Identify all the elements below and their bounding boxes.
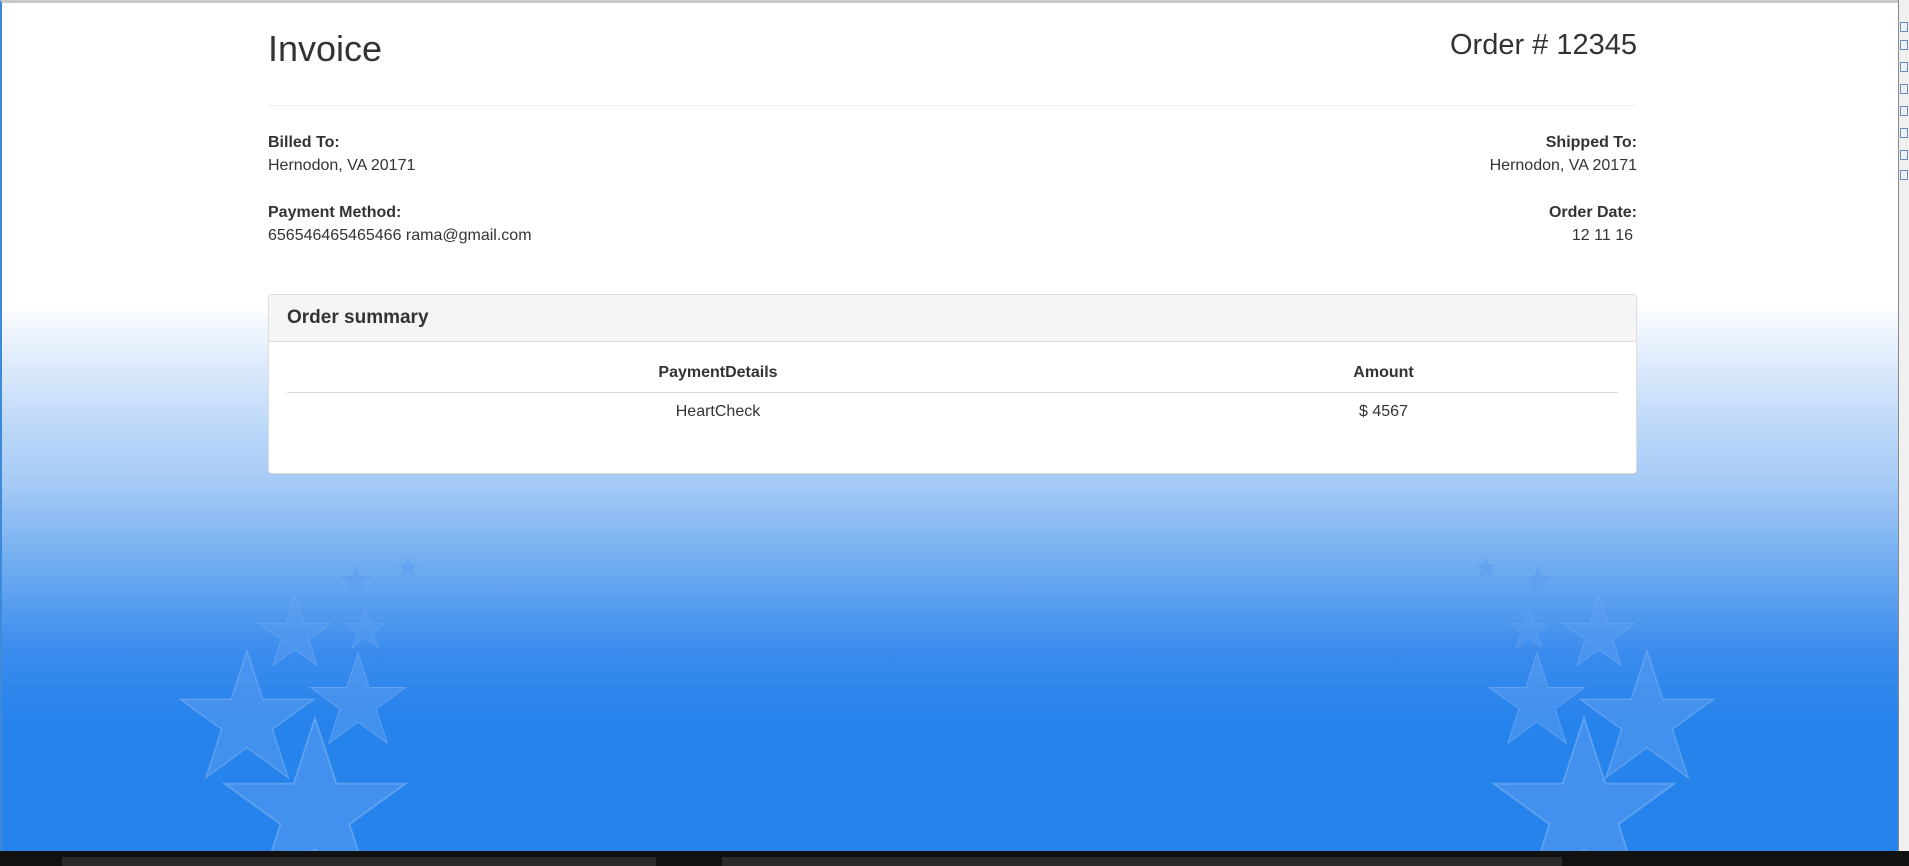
table-header-row: PaymentDetails Amount	[287, 362, 1618, 393]
toolbar-icon[interactable]	[1900, 40, 1908, 50]
toolbar-icon[interactable]	[1900, 106, 1908, 116]
invoice-title: Invoice	[268, 28, 383, 69]
toolbar-icon[interactable]	[1900, 62, 1908, 72]
payment-details-cell: HeartCheck	[675, 403, 761, 420]
column-header-payment-details: PaymentDetails	[287, 362, 1149, 393]
taskbar-segment	[62, 857, 656, 866]
order-date-block: Order Date: 12 11 16	[1549, 201, 1637, 247]
toolbar-icon[interactable]	[1900, 22, 1908, 32]
toolbar-icon[interactable]	[1900, 170, 1908, 180]
order-summary-title: Order summary	[287, 307, 429, 328]
order-summary-panel: Order summary PaymentDetails Amount Hear…	[268, 294, 1637, 474]
toolbar-icon[interactable]	[1900, 128, 1908, 138]
taskbar-strip	[0, 851, 1909, 866]
billed-to-address: Hernodon, VA 20171	[268, 157, 416, 174]
toolbar-icon[interactable]	[1900, 150, 1908, 160]
payment-method-label: Payment Method:	[268, 204, 402, 221]
order-number: Order # 12345	[1449, 29, 1637, 61]
amount-cell: $ 4567	[1359, 403, 1408, 420]
toolbar-icon[interactable]	[1900, 84, 1908, 94]
shipped-to-address: Hernodon, VA 20171	[1489, 157, 1637, 174]
order-date-label: Order Date:	[1548, 204, 1637, 221]
table-row: HeartCheck $ 4567	[287, 393, 1618, 424]
payment-method-value: 656546465465466 rama@gmail.com	[268, 227, 532, 244]
order-summary-heading: Order summary	[269, 295, 1636, 342]
billed-to-label: Billed To:	[268, 134, 340, 151]
browser-viewport: Invoice Order # 12345 Billed To: Hernodo…	[0, 0, 1898, 851]
shipped-to-block: Shipped To: Hernodon, VA 20171	[1490, 131, 1637, 177]
column-header-amount: Amount	[1149, 362, 1618, 393]
billed-to-block: Billed To: Hernodon, VA 20171	[268, 131, 415, 177]
order-summary-table: PaymentDetails Amount HeartCheck $ 4567	[287, 362, 1618, 423]
payment-method-block: Payment Method: 656546465465466 rama@gma…	[268, 201, 532, 247]
order-date-value: 12 11 16	[1571, 227, 1633, 244]
divider	[268, 105, 1637, 106]
taskbar-segment	[722, 857, 1562, 866]
side-toolbar-strip	[1898, 0, 1909, 851]
shipped-to-label: Shipped To:	[1545, 134, 1637, 151]
